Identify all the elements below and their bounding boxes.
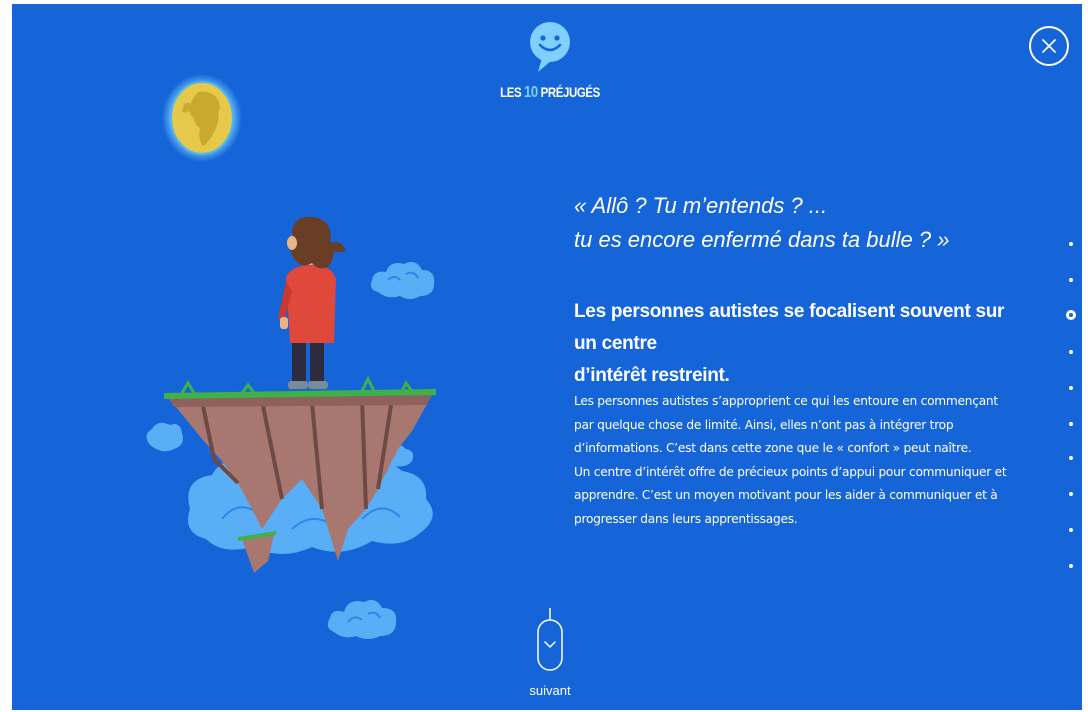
logo-number: 10	[524, 84, 538, 101]
slide-dot[interactable]	[1069, 350, 1073, 354]
logo-title: LES 10 PRÉJUGÉS	[493, 84, 608, 102]
quote-text: « Allô ? Tu m’entends ? ... tu es encore…	[574, 189, 1034, 257]
smiley-speech-bubble-icon	[530, 22, 570, 72]
body-line: par quelque chose de limité. Ainsi, elle…	[574, 417, 954, 432]
quote-line: « Allô ? Tu m’entends ? ...	[574, 193, 828, 218]
quote-line: tu es encore enfermé dans ta bulle ? »	[574, 227, 950, 252]
headline-line: Les personnes autistes se focalisent sou…	[574, 301, 1005, 354]
headline-line: d’intérêt restreint.	[574, 365, 730, 386]
site-logo[interactable]: LES 10 PRÉJUGÉS	[480, 20, 620, 102]
body-line: progresser dans leurs apprentissages.	[574, 511, 798, 526]
slide-dot[interactable]	[1069, 528, 1073, 532]
headline: Les personnes autistes se focalisent sou…	[574, 296, 1024, 392]
body-paragraph: Les personnes autistes s’approprient ce …	[574, 390, 1044, 531]
body-line: Les personnes autistes s’approprient ce …	[574, 394, 998, 408]
body-line: Un centre d’intérêt offre de précieux po…	[574, 464, 1007, 479]
body-line: apprendre. C’est un moyen motivant pour …	[574, 488, 998, 502]
slide-stage: LES 10 PRÉJUGÉS « Allô ? Tu m’entends ? …	[12, 4, 1082, 710]
slide-dot[interactable]	[1069, 456, 1073, 460]
close-button[interactable]	[1029, 26, 1069, 66]
chevron-down-icon	[537, 608, 563, 671]
earth-moon-icon	[162, 74, 242, 162]
slide-dot[interactable]	[1069, 422, 1073, 426]
logo-suffix: PRÉJUGÉS	[540, 84, 601, 100]
slide-dot[interactable]	[1069, 492, 1073, 496]
slide-dot[interactable]	[1069, 278, 1073, 282]
cloud-illustration	[327, 600, 397, 639]
slide-dot-active[interactable]	[1066, 310, 1076, 320]
logo-prefix: LES	[500, 84, 522, 100]
close-icon	[1042, 39, 1056, 53]
next-label: suivant	[529, 683, 571, 698]
boy-on-floating-rock-illustration	[146, 216, 436, 573]
slide-dot[interactable]	[1069, 386, 1073, 390]
next-button[interactable]: suivant	[520, 608, 580, 698]
slide-dot[interactable]	[1069, 242, 1073, 246]
body-line: d’informations. C’est dans cette zone qu…	[574, 441, 972, 455]
slide-dot[interactable]	[1069, 564, 1073, 568]
